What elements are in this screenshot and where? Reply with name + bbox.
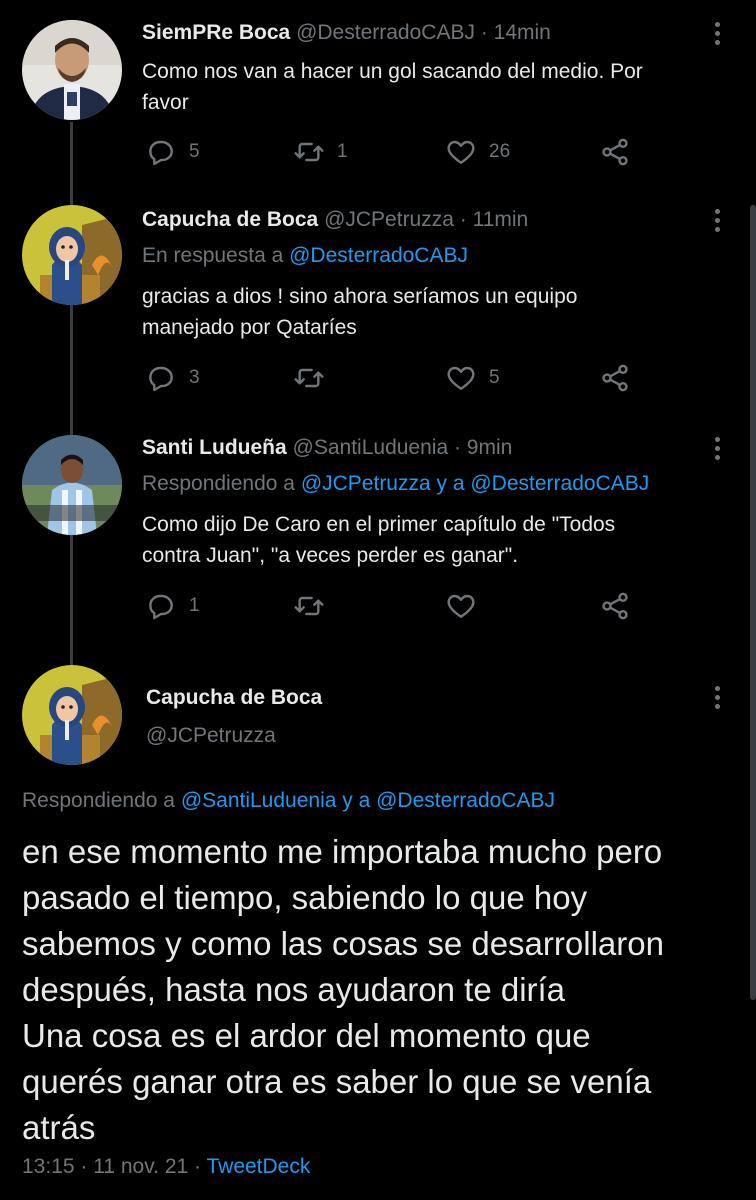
retweet-button[interactable] xyxy=(293,590,337,622)
retweet-count: 1 xyxy=(337,141,348,162)
tweet-time[interactable]: · 14min xyxy=(481,21,551,44)
tweet-text: Como nos van a hacer un gol sacando del … xyxy=(142,56,643,118)
replying-to: En respuesta a @DesterradoCABJ xyxy=(142,244,468,268)
main-tweet-text-line: después, hasta nos ayudaron te diría xyxy=(22,971,566,1008)
reply-button[interactable]: 1 xyxy=(145,590,200,622)
reply-prefix: En respuesta a xyxy=(142,244,284,267)
share-button[interactable] xyxy=(599,362,643,394)
tweet-text-line: Como dijo De Caro en el primer capítulo … xyxy=(142,513,616,536)
retweet-icon xyxy=(294,596,324,616)
avatar[interactable] xyxy=(22,665,122,765)
like-button[interactable]: 26 xyxy=(445,136,510,168)
tweet-time[interactable]: · 11min xyxy=(460,208,528,231)
replying-to: Respondiendo a @JCPetruzza y a @Desterra… xyxy=(142,472,649,496)
main-tweet-header: Capucha de Boca xyxy=(146,686,322,710)
author-name[interactable]: SiemPRe Boca xyxy=(142,21,290,44)
main-tweet-text-line: Una cosa es el ardor del momento que xyxy=(22,1017,591,1054)
heart-icon xyxy=(447,366,475,390)
reply-prefix: Respondiendo a xyxy=(22,789,175,812)
heart-icon xyxy=(447,140,475,164)
tweet-text-line: Como nos van a hacer un gol sacando del … xyxy=(142,60,643,83)
share-icon xyxy=(602,138,628,166)
author-name[interactable]: Capucha de Boca xyxy=(146,686,322,710)
retweet-icon xyxy=(294,368,324,388)
thread-line xyxy=(70,122,73,207)
reply-count: 3 xyxy=(189,367,200,388)
author-name[interactable]: Santi Ludueña xyxy=(142,436,287,459)
tweet-header: SiemPRe Boca @DesterradoCABJ · 14min xyxy=(142,21,551,45)
reply-mentions[interactable]: @DesterradoCABJ xyxy=(289,244,468,267)
reply-mentions[interactable]: @JCPetruzza y a @DesterradoCABJ xyxy=(301,472,649,495)
reply-count: 5 xyxy=(189,141,200,162)
main-tweet-handle: @JCPetruzza xyxy=(146,724,276,748)
reply-count: 1 xyxy=(189,595,200,616)
like-count: 5 xyxy=(489,367,500,388)
reply-icon xyxy=(149,594,173,620)
author-handle[interactable]: @SantiLuduenia xyxy=(293,436,449,459)
main-tweet-text: en ese momento me importaba mucho pero p… xyxy=(22,829,742,1151)
avatar[interactable] xyxy=(22,435,122,535)
tweet-text: gracias a dios ! sino ahora seríamos un … xyxy=(142,281,577,343)
tweet-source-link[interactable]: TweetDeck xyxy=(206,1155,310,1178)
main-tweet-text-line: sabemos y como las cosas se desarrollaro… xyxy=(22,925,664,962)
main-tweet-text-line: pasado el tiempo, sabiendo lo que hoy xyxy=(22,879,588,916)
retweet-button[interactable] xyxy=(293,362,337,394)
retweet-icon xyxy=(294,142,324,162)
like-count: 26 xyxy=(489,141,511,162)
share-icon xyxy=(602,364,628,392)
reply-icon xyxy=(149,366,173,392)
tweet-text: Como dijo De Caro en el primer capítulo … xyxy=(142,509,615,571)
tweet-header: Santi Ludueña @SantiLuduenia · 9min xyxy=(142,436,512,460)
more-icon[interactable] xyxy=(715,437,721,464)
more-icon[interactable] xyxy=(715,686,721,713)
more-icon[interactable] xyxy=(715,22,721,49)
author-handle[interactable]: @JCPetruzza xyxy=(146,724,276,747)
main-tweet-text-line: querés ganar otra es saber lo que se ven… xyxy=(22,1063,652,1100)
tweet-text-line: manejado por Qataríes xyxy=(142,316,357,339)
tweet-time[interactable]: · 9min xyxy=(454,436,512,459)
like-button[interactable]: 5 xyxy=(445,362,500,394)
like-button[interactable] xyxy=(445,590,489,622)
share-icon xyxy=(602,592,628,620)
replying-to: Respondiendo a @SantiLuduenia y a @Deste… xyxy=(22,789,555,813)
tweet-header: Capucha de Boca @JCPetruzza · 11min xyxy=(142,208,528,232)
thread-line xyxy=(70,298,73,435)
tweet-text-line: contra Juan", "a veces perder es ganar". xyxy=(142,544,519,567)
reply-button[interactable]: 3 xyxy=(145,362,200,394)
main-tweet-text-line: en ese momento me importaba mucho pero xyxy=(22,833,663,870)
tweet-text-line: favor xyxy=(142,91,189,114)
heart-icon xyxy=(447,594,475,618)
scrollbar[interactable] xyxy=(750,205,756,1000)
more-icon[interactable] xyxy=(715,209,721,236)
share-button[interactable] xyxy=(599,590,643,622)
reply-prefix: Respondiendo a xyxy=(142,472,295,495)
avatar[interactable] xyxy=(22,205,122,305)
author-name[interactable]: Capucha de Boca xyxy=(142,208,318,231)
avatar[interactable] xyxy=(22,20,122,120)
reply-mentions[interactable]: @SantiLuduenia y a @DesterradoCABJ xyxy=(181,789,555,812)
tweet-text-line: gracias a dios ! sino ahora seríamos un … xyxy=(142,285,578,308)
author-handle[interactable]: @JCPetruzza xyxy=(324,208,454,231)
reply-button[interactable]: 5 xyxy=(145,136,200,168)
author-handle[interactable]: @DesterradoCABJ xyxy=(296,21,475,44)
timestamp-text[interactable]: 13:15 · 11 nov. 21 · xyxy=(22,1155,201,1178)
thread-line xyxy=(70,528,73,668)
share-button[interactable] xyxy=(599,136,643,168)
reply-icon xyxy=(149,140,173,166)
retweet-button[interactable]: 1 xyxy=(293,136,348,168)
tweet-timestamp: 13:15 · 11 nov. 21 · TweetDeck xyxy=(22,1155,310,1179)
main-tweet-text-line: atrás xyxy=(22,1109,96,1146)
